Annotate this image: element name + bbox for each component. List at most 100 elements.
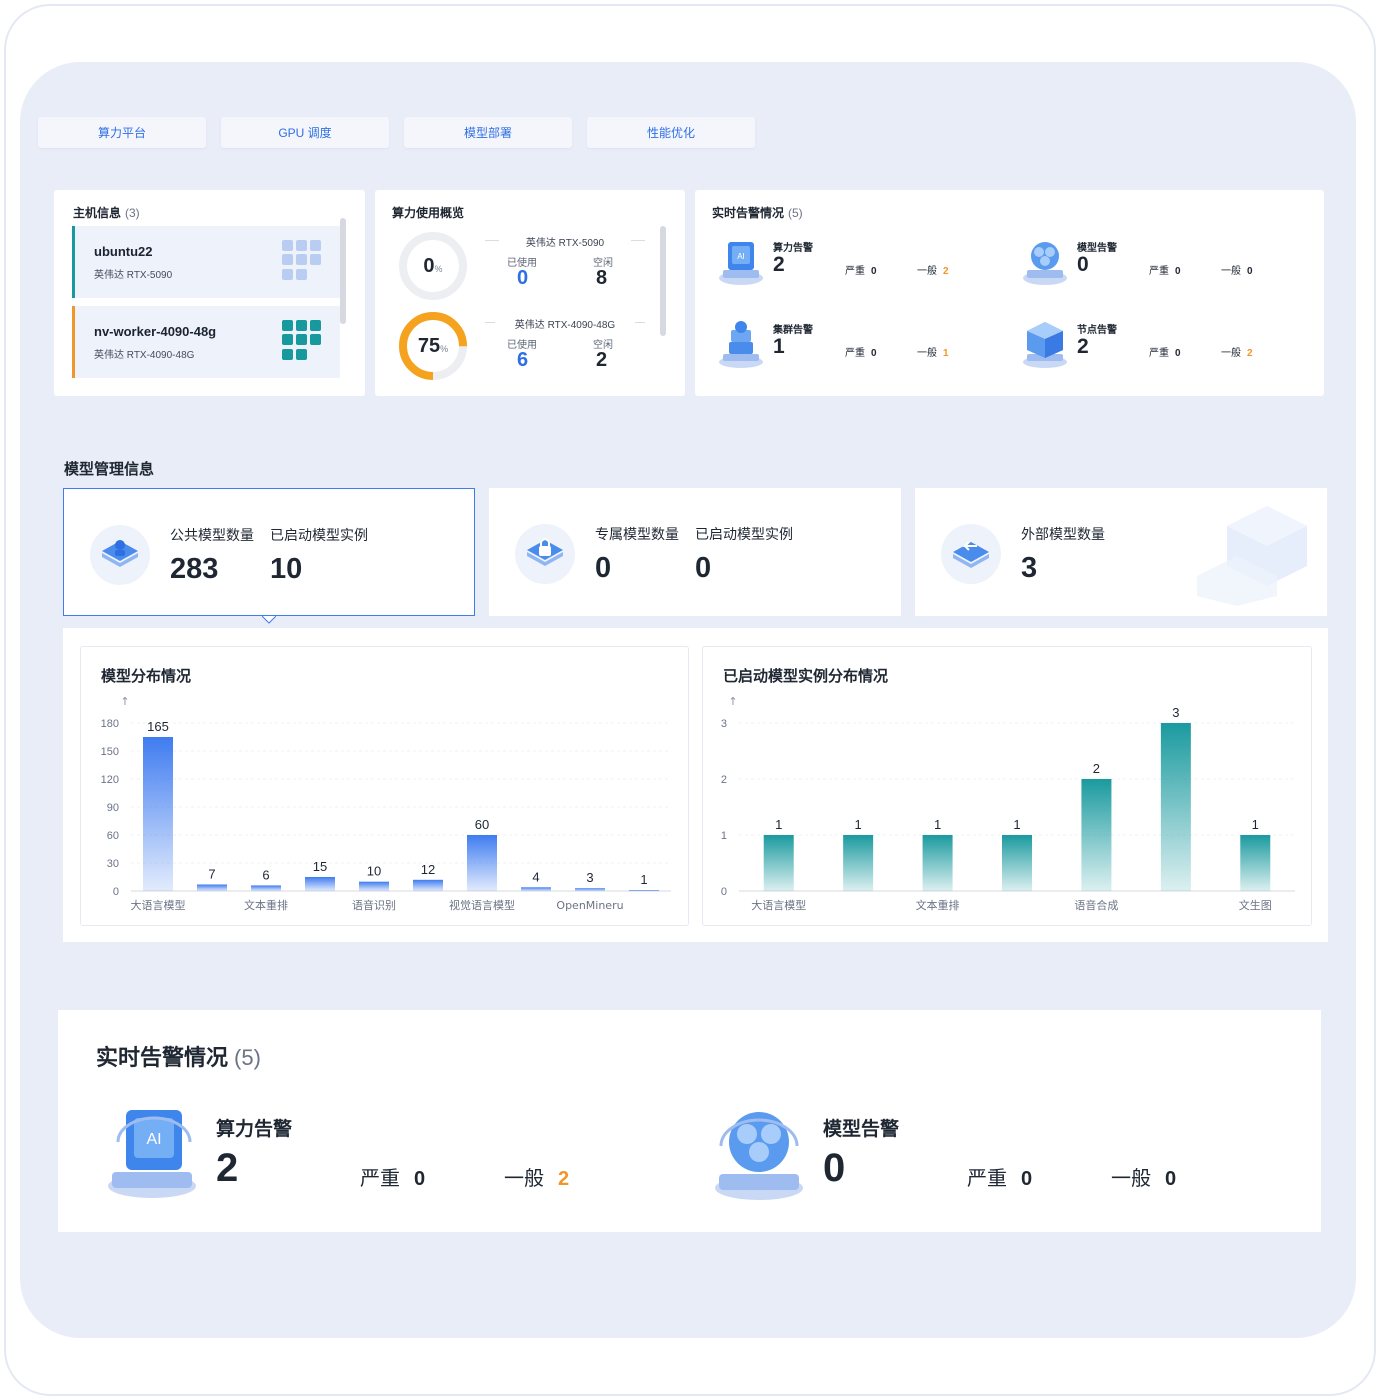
bar	[763, 835, 794, 891]
data-label: 1	[640, 872, 647, 887]
bar	[629, 890, 659, 892]
gpu-name: 英伟达 RTX-4090-48G	[514, 320, 616, 331]
alert-count: 2	[773, 253, 785, 276]
data-label: 60	[475, 817, 489, 832]
host-item[interactable]: nv-worker-4090-48g 英伟达 RTX-4090-48G	[72, 306, 340, 378]
external-model-card[interactable]: 外部模型数量 3	[915, 488, 1327, 616]
data-label: 7	[208, 866, 215, 881]
alert-name: 算力告警	[216, 1119, 293, 1140]
chart-right-plot: ↑ 0 1 2 3 1 大语言模型 1 1 文本重排 1 2 语音合成 3 1 文生图	[721, 695, 1295, 912]
data-label: 12	[421, 862, 435, 877]
started-instance-label: 已启动模型实例	[270, 527, 368, 543]
ai-chip-icon: AI	[108, 1110, 196, 1198]
bar	[575, 888, 605, 891]
y-tick-label: 60	[107, 830, 119, 842]
node-icon	[1023, 322, 1067, 368]
data-label: 1	[934, 817, 941, 832]
alert-severe: 严重 0	[1149, 266, 1181, 277]
model-mgmt-title: 模型管理信息	[64, 461, 155, 478]
realtime-alert-card: 实时告警情况 (5) AI 算力告警 2 严重 0 一般 2 模型告警 0 严重 0 一…	[695, 190, 1324, 396]
y-tick-label: 2	[721, 774, 727, 786]
usage-title: 算力使用概览	[392, 206, 465, 220]
host-item[interactable]: ubuntu22 英伟达 RTX-5090	[72, 226, 340, 298]
cube-decoration-icon	[1197, 506, 1307, 606]
alert-model[interactable]: 模型告警 0 严重 0 一般 0	[1019, 236, 1279, 296]
external-model-icon	[941, 524, 1001, 584]
private-model-count: 0	[595, 552, 612, 584]
big-alert-model[interactable]: 模型告警 0 严重 0 一般 0	[711, 1102, 1231, 1212]
alert-count: 0	[823, 1146, 846, 1190]
public-model-count: 283	[170, 553, 219, 585]
bar	[197, 884, 227, 891]
y-tick-label: 90	[107, 802, 119, 814]
alert-name: 模型告警	[1077, 243, 1117, 254]
alert-severe: 严重 0	[845, 266, 877, 277]
host-name: ubuntu22	[94, 244, 153, 259]
host-list-scrollbar[interactable]	[340, 218, 346, 324]
tab-compute-platform[interactable]: 算力平台	[38, 117, 206, 148]
alert-compute[interactable]: AI 算力告警 2 严重 0 一般 2	[715, 236, 975, 296]
bar	[843, 835, 874, 891]
alert-general: 一般 1	[917, 348, 949, 359]
bar	[1240, 835, 1271, 891]
bar	[413, 879, 443, 891]
data-label: 1	[855, 817, 862, 832]
public-model-label: 公共模型数量	[170, 527, 254, 543]
big-alert-title: 实时告警情况 (5)	[96, 1045, 261, 1070]
data-label: 4	[532, 869, 539, 884]
instance-distribution-chart: 已启动模型实例分布情况 ↑ 0 1 2 3 1 大语言模型 1 1 文本重排 1 2 语音合成 3 1 文生图	[702, 646, 1312, 926]
host-name: nv-worker-4090-48g	[94, 324, 217, 339]
alert-title: 实时告警情况 (5)	[712, 206, 803, 220]
alert-count: 2	[216, 1146, 239, 1190]
bar	[521, 887, 551, 891]
free-value: 2	[596, 349, 608, 371]
data-label: 165	[147, 719, 169, 734]
private-model-card[interactable]: 专属模型数量 0 已启动模型实例 0	[489, 488, 901, 616]
big-alert-compute[interactable]: AI 算力告警 2 严重 0 一般 2	[104, 1102, 624, 1212]
alert-general: 一般 0	[1111, 1168, 1177, 1190]
data-label: 10	[367, 864, 381, 879]
host-info-card: 主机信息 (3) ubuntu22 英伟达 RTX-5090 nv-worker-…	[54, 190, 365, 396]
used-value: 6	[517, 349, 529, 371]
x-tick-label: OpenMineru	[556, 899, 623, 912]
public-model-card[interactable]: 公共模型数量 283 已启动模型实例 10	[63, 488, 475, 616]
y-tick-label: 180	[101, 718, 119, 730]
started-instance-count: 10	[270, 553, 303, 585]
tab-model-deploy[interactable]: 模型部署	[404, 117, 572, 148]
tab-performance[interactable]: 性能优化	[587, 117, 755, 148]
gpu-name: 英伟达 RTX-5090	[525, 238, 605, 249]
alert-count: 1	[773, 335, 785, 358]
alert-name: 节点告警	[1077, 325, 1117, 336]
y-tick-label: 120	[101, 774, 119, 786]
alert-severe: 严重 0	[360, 1168, 426, 1190]
bar	[467, 835, 497, 891]
alert-general: 一般 0	[1221, 266, 1253, 277]
data-label: 1	[775, 817, 782, 832]
ai-chip-icon: AI	[719, 242, 763, 285]
usage-scrollbar[interactable]	[660, 226, 666, 336]
alert-count: 0	[1077, 253, 1089, 276]
alert-general: 一般 2	[504, 1168, 570, 1190]
bar	[359, 881, 389, 891]
alert-node[interactable]: 节点告警 2 严重 0 一般 2	[1019, 318, 1279, 378]
public-model-icon	[90, 525, 150, 585]
x-tick-label: 文生图	[1239, 898, 1272, 912]
bar	[305, 877, 335, 891]
host-gpu-model: 英伟达 RTX-4090-48G	[94, 350, 195, 361]
started-instance-label: 已启动模型实例	[695, 526, 793, 542]
bar	[143, 737, 173, 891]
tab-gpu-scheduling[interactable]: GPU 调度	[221, 117, 389, 148]
x-tick-label: 大语言模型	[751, 898, 806, 912]
data-label: 3	[586, 870, 593, 885]
y-tick-label: 30	[107, 858, 119, 870]
model-cube-icon	[715, 1112, 803, 1200]
usage-gauge: 75%	[397, 310, 469, 382]
data-label: 1	[1013, 817, 1020, 832]
alert-severe: 严重 0	[845, 348, 877, 359]
alert-cluster[interactable]: 集群告警 1 严重 0 一般 1	[715, 318, 975, 378]
bar	[1081, 779, 1112, 891]
alert-count: 2	[1077, 335, 1089, 358]
bar	[251, 885, 281, 891]
model-distribution-chart: 模型分布情况 ↑ 0 30 60 90 120 150 180 165 大语言模型 7 6 文本重排 15…	[80, 646, 689, 926]
host-grid-icon	[282, 240, 322, 280]
